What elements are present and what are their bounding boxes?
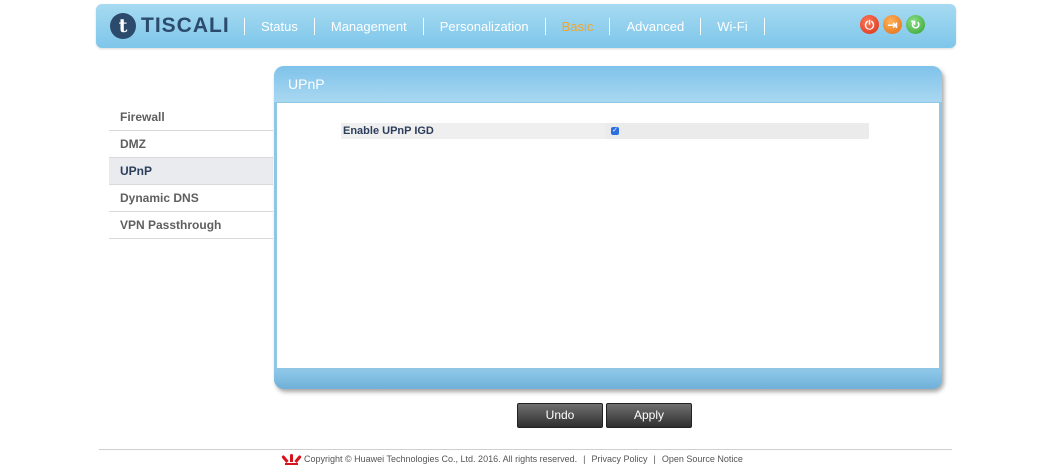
nav-item-advanced[interactable]: Advanced — [610, 19, 700, 34]
top-navigation-bar: t TISCALI Status Management Personalizat… — [96, 4, 956, 48]
logo-mark: t — [110, 13, 136, 39]
enable-upnp-row: Enable UPnP IGD ✓ — [341, 123, 869, 139]
nav-separator — [313, 17, 315, 35]
page-footer: Copyright © Huawei Technologies Co., Ltd… — [281, 453, 743, 465]
privacy-policy-link[interactable]: Privacy Policy — [591, 454, 647, 464]
nav-item-management[interactable]: Management — [315, 19, 423, 34]
sidebar-item-firewall[interactable]: Firewall — [109, 104, 273, 131]
enable-upnp-checkbox[interactable]: ✓ — [611, 127, 619, 135]
logout-icon[interactable]: ⇥ — [883, 15, 902, 34]
nav-separator — [544, 17, 546, 35]
panel-body: Enable UPnP IGD ✓ — [277, 103, 939, 368]
open-source-notice-link[interactable]: Open Source Notice — [662, 454, 743, 464]
footer-separator: | — [583, 454, 586, 464]
undo-button[interactable]: Undo — [517, 403, 603, 428]
nav-item-basic[interactable]: Basic — [546, 19, 610, 34]
nav-item-wifi[interactable]: Wi-Fi — [701, 19, 763, 34]
nav-separator — [700, 17, 702, 35]
power-icon[interactable]: ⏻ — [860, 15, 879, 34]
nav-separator — [609, 17, 611, 35]
logo-text: TISCALI — [141, 14, 230, 37]
panel-footer-bar — [274, 371, 942, 389]
nav-separator — [244, 17, 245, 35]
upnp-panel: UPnP Enable UPnP IGD ✓ — [274, 66, 942, 389]
main-nav: Status Management Personalization Basic … — [244, 4, 765, 48]
nav-separator — [763, 17, 765, 35]
huawei-logo-icon — [281, 453, 302, 465]
panel-title: UPnP — [288, 76, 325, 92]
enable-upnp-value-cell: ✓ — [605, 123, 869, 139]
enable-upnp-label: Enable UPnP IGD — [343, 125, 434, 137]
sidebar-item-dynamic-dns[interactable]: Dynamic DNS — [109, 185, 273, 212]
tiscali-logo: t TISCALI — [110, 13, 230, 39]
sidebar: Firewall DMZ UPnP Dynamic DNS VPN Passth… — [109, 104, 273, 239]
nav-item-status[interactable]: Status — [245, 19, 314, 34]
sidebar-item-upnp[interactable]: UPnP — [109, 158, 273, 185]
footer-separator: | — [653, 454, 656, 464]
copyright-text: Copyright © Huawei Technologies Co., Ltd… — [304, 454, 578, 464]
sidebar-item-vpn-passthrough[interactable]: VPN Passthrough — [109, 212, 273, 239]
nav-separator — [422, 17, 424, 35]
header-actions: ⏻ ⇥ ↻ — [860, 15, 925, 34]
sidebar-item-dmz[interactable]: DMZ — [109, 131, 273, 158]
panel-header: UPnP — [274, 66, 942, 102]
apply-button[interactable]: Apply — [606, 403, 692, 428]
refresh-icon[interactable]: ↻ — [906, 15, 925, 34]
nav-item-personalization[interactable]: Personalization — [424, 19, 545, 34]
footer-divider — [99, 449, 952, 450]
